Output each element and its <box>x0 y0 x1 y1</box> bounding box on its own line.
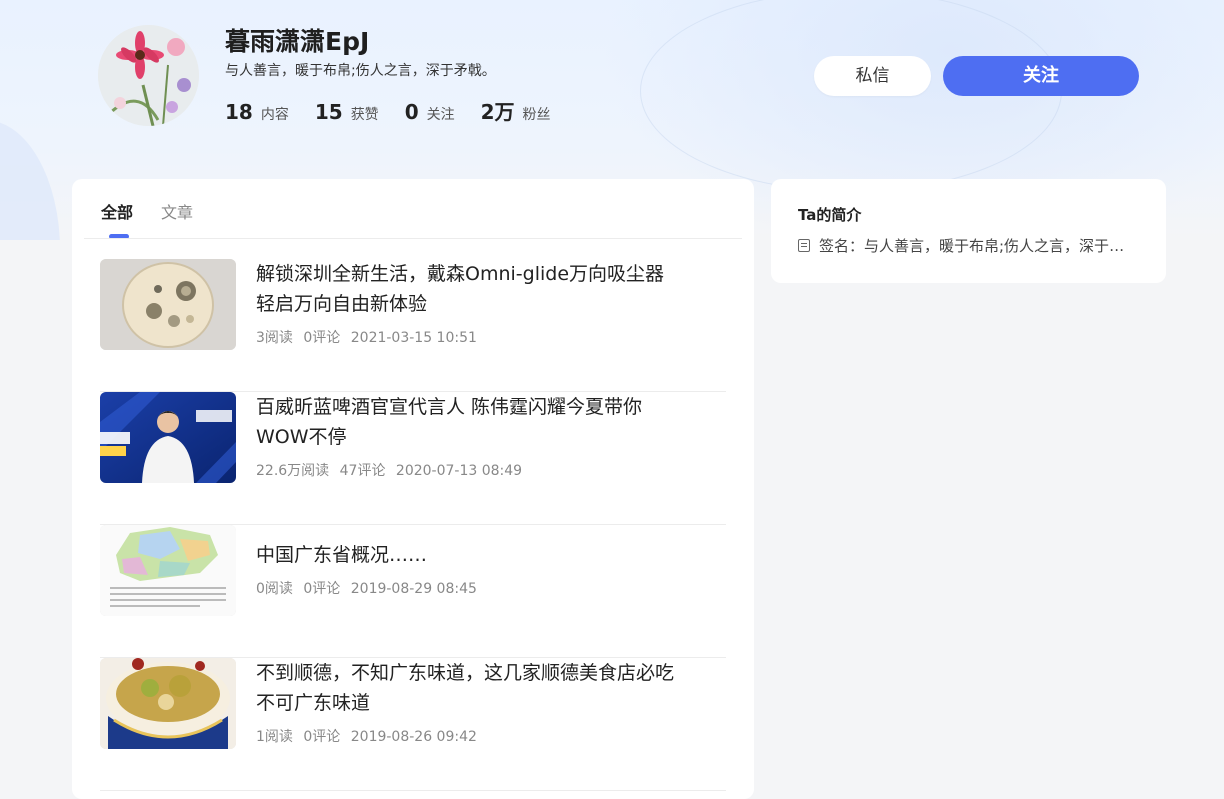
article-thumbnail[interactable] <box>100 525 236 616</box>
stat-value: 15 <box>314 100 343 124</box>
comment-count: 0评论 <box>303 330 341 346</box>
stat-followers[interactable]: 2万 粉丝 <box>481 96 551 125</box>
publish-time: 2019-08-26 09:42 <box>350 729 477 745</box>
comment-count: 47评论 <box>339 463 386 479</box>
stat-following[interactable]: 0 关注 <box>405 100 455 124</box>
profile-intro-card: Ta的简介 签名：与人善言，暖于布帛;伤人之言，深于矛戟。 <box>771 179 1166 283</box>
article-title[interactable]: 不到顺德，不知广东味道，这几家顺德美食店必吃不可广东味道 <box>256 658 676 718</box>
stat-value: 18 <box>225 100 253 124</box>
comment-count: 0评论 <box>303 581 341 597</box>
article-thumbnail[interactable] <box>100 259 236 350</box>
decorative-shape <box>0 120 60 240</box>
list-item[interactable]: 解锁深圳全新生活，戴森Omni-glide万向吸尘器轻启万向自由新体验 3阅读 … <box>100 259 726 392</box>
stat-label: 关注 <box>426 107 455 123</box>
list-item[interactable]: 不到顺德，不知广东味道，这几家顺德美食店必吃不可广东味道 1阅读 0评论 201… <box>100 658 726 791</box>
stat-label: 内容 <box>260 107 289 123</box>
tab-label: 全部 <box>101 203 134 222</box>
article-title[interactable]: 解锁深圳全新生活，戴森Omni-glide万向吸尘器轻启万向自由新体验 <box>256 259 676 319</box>
publish-time: 2021-03-15 10:51 <box>350 330 477 346</box>
divider <box>100 790 726 791</box>
read-count: 22.6万阅读 <box>256 463 330 479</box>
intro-signature-row: 签名：与人善言，暖于布帛;伤人之言，深于矛戟。 <box>798 235 1137 256</box>
intro-title: Ta的简介 <box>798 206 862 224</box>
read-count: 3阅读 <box>256 330 293 346</box>
article-thumbnail[interactable] <box>100 658 236 749</box>
message-button[interactable]: 私信 <box>814 56 931 96</box>
stat-label: 获赞 <box>350 107 379 123</box>
user-name: 暮雨潇潇EpJ <box>225 27 370 56</box>
follow-button[interactable]: 关注 <box>943 56 1139 96</box>
stat-content[interactable]: 18 内容 <box>225 100 289 124</box>
list-item[interactable]: 百威昕蓝啤酒官宣代言人 陈伟霆闪耀今夏带你WOW不停 22.6万阅读 47评论 … <box>100 392 726 525</box>
article-meta: 1阅读 0评论 2019-08-26 09:42 <box>256 726 483 746</box>
user-stats: 18 内容 15 获赞 0 关注 2万 粉丝 <box>225 96 577 125</box>
tab-label: 文章 <box>161 203 194 222</box>
stat-value: 0 <box>404 100 419 124</box>
list-item[interactable]: 中国广东省概况…… 0阅读 0评论 2019-08-29 08:45 <box>100 525 726 658</box>
content-tabs: 全部 文章 <box>101 199 221 239</box>
avatar[interactable] <box>98 25 199 126</box>
stat-value: 2万 <box>480 100 515 124</box>
article-thumbnail[interactable] <box>100 392 236 483</box>
article-meta: 22.6万阅读 47评论 2020-07-13 08:49 <box>256 460 528 480</box>
article-title[interactable]: 中国广东省概况…… <box>256 540 676 570</box>
stat-likes: 15 获赞 <box>315 100 379 124</box>
tab-articles[interactable]: 文章 <box>161 199 193 239</box>
read-count: 1阅读 <box>256 729 293 745</box>
tab-all[interactable]: 全部 <box>101 199 133 239</box>
publish-time: 2020-07-13 08:49 <box>395 463 523 479</box>
comment-count: 0评论 <box>303 729 341 745</box>
article-meta: 3阅读 0评论 2021-03-15 10:51 <box>256 327 483 347</box>
document-icon <box>798 239 810 252</box>
read-count: 0阅读 <box>256 581 293 597</box>
article-meta: 0阅读 0评论 2019-08-29 08:45 <box>256 578 483 598</box>
divider <box>84 238 742 239</box>
intro-signature-text: 签名：与人善言，暖于布帛;伤人之言，深于矛戟。 <box>819 237 1137 255</box>
stat-label: 粉丝 <box>522 107 551 123</box>
user-signature: 与人善言，暖于布帛;伤人之言，深于矛戟。 <box>225 63 496 79</box>
content-card: 全部 文章 解锁深圳全新生活，戴森Omni-glide万向吸尘器轻启万向自由新体… <box>72 179 754 799</box>
article-title[interactable]: 百威昕蓝啤酒官宣代言人 陈伟霆闪耀今夏带你WOW不停 <box>256 392 676 452</box>
publish-time: 2019-08-29 08:45 <box>350 581 477 597</box>
